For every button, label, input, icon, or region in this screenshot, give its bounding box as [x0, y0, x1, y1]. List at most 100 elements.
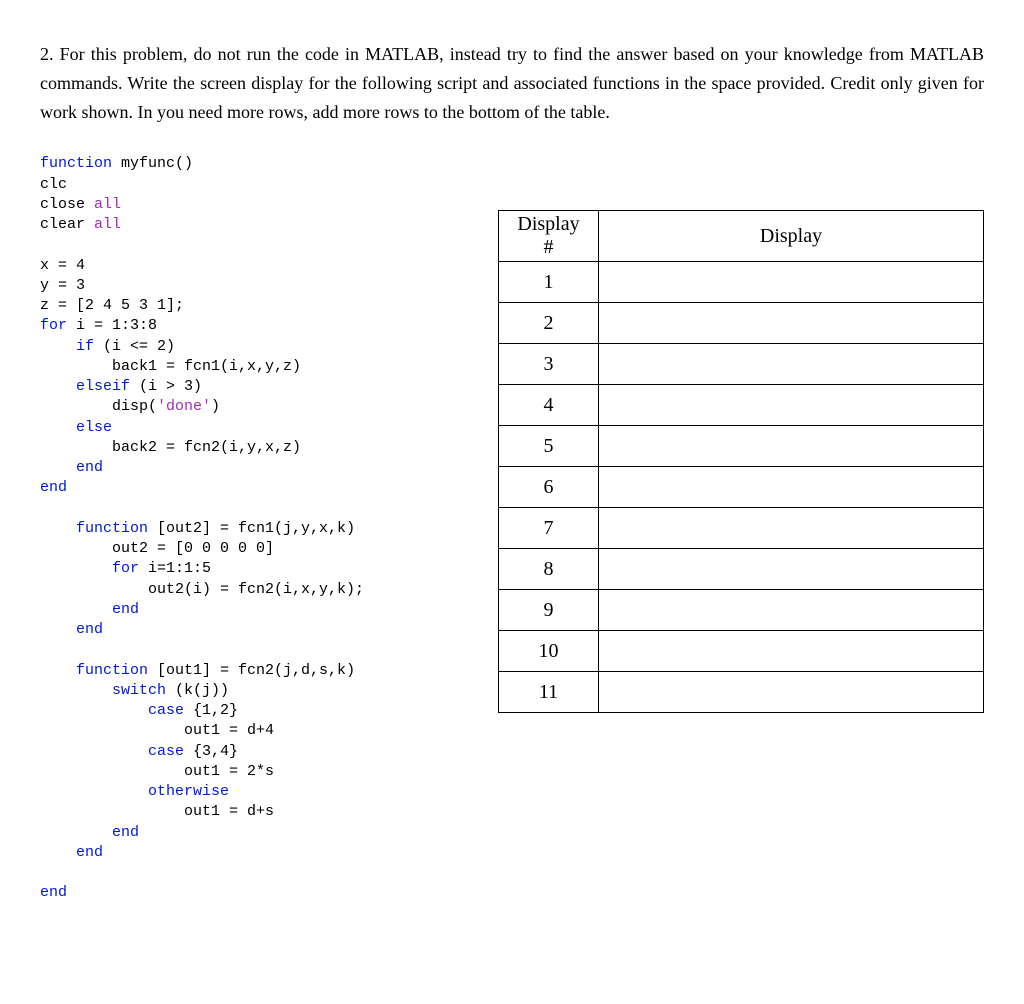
cell-display[interactable]: [599, 426, 984, 467]
code-text: (i <= 2): [94, 338, 175, 355]
code-text: all: [94, 216, 121, 233]
kw-for: for: [40, 317, 67, 334]
cell-num: 6: [499, 467, 599, 508]
cell-num: 2: [499, 303, 599, 344]
table-row: 1: [499, 262, 984, 303]
kw-if: if: [76, 338, 94, 355]
code-text: back1 = fcn1(i,x,y,z): [40, 358, 301, 375]
kw-end: end: [76, 459, 103, 476]
code-text: [40, 338, 76, 355]
kw-else: else: [76, 419, 112, 436]
code-text: [40, 824, 112, 841]
cell-display[interactable]: [599, 385, 984, 426]
kw-end: end: [76, 844, 103, 861]
code-text: [40, 459, 76, 476]
header-display: Display: [599, 211, 984, 262]
cell-display[interactable]: [599, 508, 984, 549]
code-text: y = 3: [40, 277, 85, 294]
code-text: out1 = 2*s: [40, 763, 274, 780]
code-text: i = 1:3:8: [67, 317, 157, 334]
code-text: [40, 520, 76, 537]
code-text: x = 4: [40, 257, 85, 274]
cell-num: 8: [499, 549, 599, 590]
kw-end: end: [76, 621, 103, 638]
cell-display[interactable]: [599, 303, 984, 344]
cell-num: 4: [499, 385, 599, 426]
cell-num: 5: [499, 426, 599, 467]
code-text: [40, 419, 76, 436]
kw-switch: switch: [112, 682, 166, 699]
code-text: ): [211, 398, 220, 415]
code-text: (k(j)): [166, 682, 229, 699]
cell-display[interactable]: [599, 262, 984, 303]
code-text: close: [40, 196, 94, 213]
cell-num: 7: [499, 508, 599, 549]
question-text: 2. For this problem, do not run the code…: [40, 40, 984, 126]
kw-function: function: [76, 520, 148, 537]
code-text: out1 = d+s: [40, 803, 274, 820]
kw-function: function: [76, 662, 148, 679]
code-text: back2 = fcn2(i,y,x,z): [40, 439, 301, 456]
kw-end: end: [112, 601, 139, 618]
kw-case: case: [148, 702, 184, 719]
code-block: function myfunc() clc close all clear al…: [40, 154, 480, 903]
code-text: [40, 743, 148, 760]
header-text: Display: [517, 213, 579, 235]
table-row: 6: [499, 467, 984, 508]
code-text: disp(: [40, 398, 157, 415]
code-text: [40, 560, 112, 577]
table-header-row: Display # Display: [499, 211, 984, 262]
cell-num: 11: [499, 672, 599, 713]
table-row: 8: [499, 549, 984, 590]
cell-display[interactable]: [599, 344, 984, 385]
code-text: z = [2 4 5 3 1];: [40, 297, 184, 314]
cell-num: 1: [499, 262, 599, 303]
table-column: Display # Display 1 2 3 4 5 6 7 8 9 10 1…: [498, 210, 984, 713]
cell-display[interactable]: [599, 672, 984, 713]
code-text: myfunc(): [112, 155, 193, 172]
kw-case: case: [148, 743, 184, 760]
header-display-number: Display #: [499, 211, 599, 262]
cell-num: 3: [499, 344, 599, 385]
code-text: out2(i) = fcn2(i,x,y,k);: [40, 581, 364, 598]
cell-display[interactable]: [599, 631, 984, 672]
table-row: 9: [499, 590, 984, 631]
table-row: 5: [499, 426, 984, 467]
cell-display[interactable]: [599, 590, 984, 631]
kw-elseif: elseif: [76, 378, 130, 395]
code-text: [40, 601, 112, 618]
code-text: out2 = [0 0 0 0 0]: [40, 540, 274, 557]
table-row: 7: [499, 508, 984, 549]
code-text: clear: [40, 216, 94, 233]
kw-end: end: [40, 479, 67, 496]
code-text: (i > 3): [130, 378, 202, 395]
string-literal: 'done': [157, 398, 211, 415]
cell-num: 10: [499, 631, 599, 672]
code-text: [40, 682, 112, 699]
code-text: {3,4}: [184, 743, 238, 760]
question-body: For this problem, do not run the code in…: [40, 44, 984, 122]
code-text: [out1] = fcn2(j,d,s,k): [148, 662, 355, 679]
table-row: 11: [499, 672, 984, 713]
kw-otherwise: otherwise: [148, 783, 229, 800]
content-row: function myfunc() clc close all clear al…: [40, 154, 984, 903]
code-text: i=1:1:5: [139, 560, 211, 577]
code-text: clc: [40, 176, 67, 193]
table-body: 1 2 3 4 5 6 7 8 9 10 11: [499, 262, 984, 713]
cell-display[interactable]: [599, 549, 984, 590]
kw-end: end: [40, 884, 67, 901]
kw-end: end: [112, 824, 139, 841]
code-text: [40, 621, 76, 638]
display-table: Display # Display 1 2 3 4 5 6 7 8 9 10 1…: [498, 210, 984, 713]
cell-num: 9: [499, 590, 599, 631]
kw-for: for: [112, 560, 139, 577]
table-row: 4: [499, 385, 984, 426]
code-text: [40, 378, 76, 395]
code-text: [out2] = fcn1(j,y,x,k): [148, 520, 355, 537]
code-text: all: [94, 196, 121, 213]
question-number: 2.: [40, 44, 60, 64]
cell-display[interactable]: [599, 467, 984, 508]
code-text: {1,2}: [184, 702, 238, 719]
table-row: 10: [499, 631, 984, 672]
table-row: 3: [499, 344, 984, 385]
